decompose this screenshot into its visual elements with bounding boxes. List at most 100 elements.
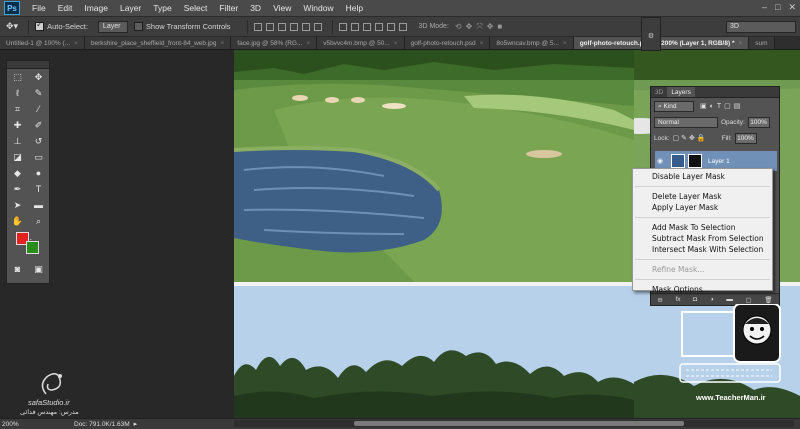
- menu-file[interactable]: File: [26, 0, 52, 17]
- show-transform-checkbox[interactable]: [133, 22, 143, 31]
- close-tab-icon[interactable]: ×: [74, 40, 78, 47]
- add-mask-icon[interactable]: ◘: [693, 296, 697, 303]
- doc-tab[interactable]: golf-photo-retouch.psd ×: [404, 37, 491, 49]
- doc-tab[interactable]: berkshire_place_sheffield_front-84_web.j…: [84, 37, 232, 49]
- trash-icon[interactable]: 🗑: [764, 296, 772, 304]
- doc-tab[interactable]: 8o5wncav.bmp @ 5... ×: [490, 37, 574, 49]
- tools-panel-header[interactable]: [7, 61, 49, 69]
- move-tool-icon[interactable]: ✥▾: [6, 21, 18, 32]
- layer-style-icon[interactable]: fx: [675, 296, 680, 303]
- menu-item-mask-options[interactable]: Mask Options...: [633, 284, 772, 295]
- menu-item-apply-layer-mask[interactable]: Apply Layer Mask: [633, 202, 772, 213]
- collapsed-panel[interactable]: ⚙: [641, 17, 661, 51]
- history-brush-tool-icon[interactable]: ↺: [32, 135, 46, 148]
- menu-item-delete-layer-mask[interactable]: Delete Layer Mask: [633, 191, 772, 202]
- screen-mode-icon[interactable]: ▣: [32, 263, 46, 276]
- menu-item-disable-layer-mask[interactable]: Disable Layer Mask: [633, 171, 772, 182]
- close-tab-icon[interactable]: ×: [738, 40, 742, 47]
- close-icon[interactable]: ✕: [788, 2, 796, 13]
- eraser-tool-icon[interactable]: ◪: [11, 151, 25, 164]
- menu-3d[interactable]: 3D: [244, 0, 267, 17]
- doc-tab[interactable]: Untitled-1 @ 100% (... ×: [0, 37, 85, 49]
- golf-course-image[interactable]: [234, 50, 634, 282]
- horizontal-scrollbar[interactable]: [234, 420, 794, 427]
- distribute-vcenter-icon[interactable]: [350, 22, 359, 31]
- new-layer-icon[interactable]: ▢: [746, 296, 752, 304]
- dodge-tool-icon[interactable]: ●: [32, 167, 46, 180]
- visibility-eye-icon[interactable]: ◉: [657, 157, 667, 165]
- close-tab-icon[interactable]: ×: [563, 40, 567, 47]
- 3d-mode-tools-icon[interactable]: ⟲✥⤧✥■: [455, 22, 506, 32]
- doc-tab[interactable]: face.jpg @ 58% (RG... ×: [231, 37, 318, 49]
- trees-image[interactable]: [234, 286, 634, 418]
- menu-layer[interactable]: Layer: [114, 0, 147, 17]
- doc-tab[interactable]: sum: [749, 37, 775, 49]
- close-tab-icon[interactable]: ×: [220, 40, 224, 47]
- align-vcenter-icon[interactable]: [265, 22, 274, 31]
- lock-icons[interactable]: ▢✎✥🔒: [673, 134, 708, 142]
- new-group-icon[interactable]: ▬: [726, 296, 733, 303]
- pen-tool-icon[interactable]: ✒: [11, 183, 25, 196]
- layer-name[interactable]: Layer 1: [708, 158, 730, 165]
- adjustment-layer-icon[interactable]: ◑: [710, 296, 714, 303]
- layer-thumbnail[interactable]: [671, 154, 685, 168]
- hand-tool-icon[interactable]: ✋: [11, 215, 25, 228]
- menu-image[interactable]: Image: [78, 0, 114, 17]
- menu-item-add-mask-to-selection[interactable]: Add Mask To Selection: [633, 222, 772, 233]
- menu-view[interactable]: View: [267, 0, 297, 17]
- distribute-hcenter-icon[interactable]: [386, 22, 395, 31]
- scrollbar-thumb[interactable]: [354, 421, 684, 426]
- workspace-dropdown[interactable]: 3D: [726, 21, 796, 33]
- move-tool-icon[interactable]: ✥: [32, 71, 46, 84]
- align-bottom-icon[interactable]: [277, 22, 286, 31]
- zoom-level[interactable]: 200%: [0, 421, 34, 428]
- marquee-tool-icon[interactable]: ⬚: [11, 71, 25, 84]
- status-menu-arrow-icon[interactable]: ▸: [134, 420, 138, 428]
- close-tab-icon[interactable]: ×: [394, 40, 398, 47]
- background-color-swatch[interactable]: [26, 241, 39, 254]
- menu-filter[interactable]: Filter: [213, 0, 244, 17]
- fill-input[interactable]: 100%: [734, 132, 757, 144]
- doc-tab[interactable]: v5bvvc4m.bmp @ 50... ×: [317, 37, 405, 49]
- crop-tool-icon[interactable]: ⌗: [11, 103, 25, 116]
- blur-tool-icon[interactable]: ◆: [11, 167, 25, 180]
- gradient-tool-icon[interactable]: ▭: [32, 151, 46, 164]
- doc-tab-active[interactable]: golf-photo-retouch.psd @ 200% (Layer 1, …: [573, 37, 750, 49]
- blend-mode-dropdown[interactable]: Normal: [654, 116, 718, 128]
- clone-stamp-tool-icon[interactable]: ⊥: [11, 135, 25, 148]
- menu-help[interactable]: Help: [340, 0, 369, 17]
- brush-tool-icon[interactable]: ✐: [32, 119, 46, 132]
- menu-item-intersect-mask-with-selection[interactable]: Intersect Mask With Selection: [633, 244, 772, 255]
- align-left-icon[interactable]: [289, 22, 298, 31]
- link-layers-icon[interactable]: ⊖: [657, 296, 662, 304]
- path-select-tool-icon[interactable]: ➤: [11, 199, 25, 212]
- distribute-top-icon[interactable]: [338, 22, 347, 31]
- layer-mask-thumbnail[interactable]: [688, 154, 702, 168]
- panel-icon[interactable]: ⚙: [642, 32, 660, 40]
- align-right-icon[interactable]: [313, 22, 322, 31]
- menu-select[interactable]: Select: [178, 0, 214, 17]
- close-tab-icon[interactable]: ×: [306, 40, 310, 47]
- layer-kind-filter[interactable]: ⌕ Kind: [654, 100, 694, 112]
- distribute-left-icon[interactable]: [374, 22, 383, 31]
- quick-mask-icon[interactable]: ◙: [11, 263, 25, 276]
- type-tool-icon[interactable]: T: [32, 183, 46, 196]
- healing-brush-tool-icon[interactable]: ✚: [11, 119, 25, 132]
- quick-select-tool-icon[interactable]: ✎: [32, 87, 46, 100]
- close-tab-icon[interactable]: ×: [480, 40, 484, 47]
- menu-item-subtract-mask-from-selection[interactable]: Subtract Mask From Selection: [633, 233, 772, 244]
- distribute-right-icon[interactable]: [398, 22, 407, 31]
- align-top-icon[interactable]: [253, 22, 262, 31]
- opacity-input[interactable]: 100%: [747, 116, 770, 128]
- tab-3d[interactable]: 3D: [651, 87, 667, 97]
- auto-select-dropdown[interactable]: Layer: [97, 20, 128, 33]
- maximize-icon[interactable]: □: [775, 2, 780, 13]
- distribute-bottom-icon[interactable]: [362, 22, 371, 31]
- tab-layers[interactable]: Layers: [667, 87, 695, 97]
- lasso-tool-icon[interactable]: ℓ: [11, 87, 25, 100]
- menu-edit[interactable]: Edit: [52, 0, 79, 17]
- auto-select-checkbox[interactable]: [35, 20, 45, 31]
- menu-window[interactable]: Window: [297, 0, 339, 17]
- shape-tool-icon[interactable]: ▬: [32, 199, 46, 212]
- zoom-tool-icon[interactable]: ⌕: [32, 215, 46, 228]
